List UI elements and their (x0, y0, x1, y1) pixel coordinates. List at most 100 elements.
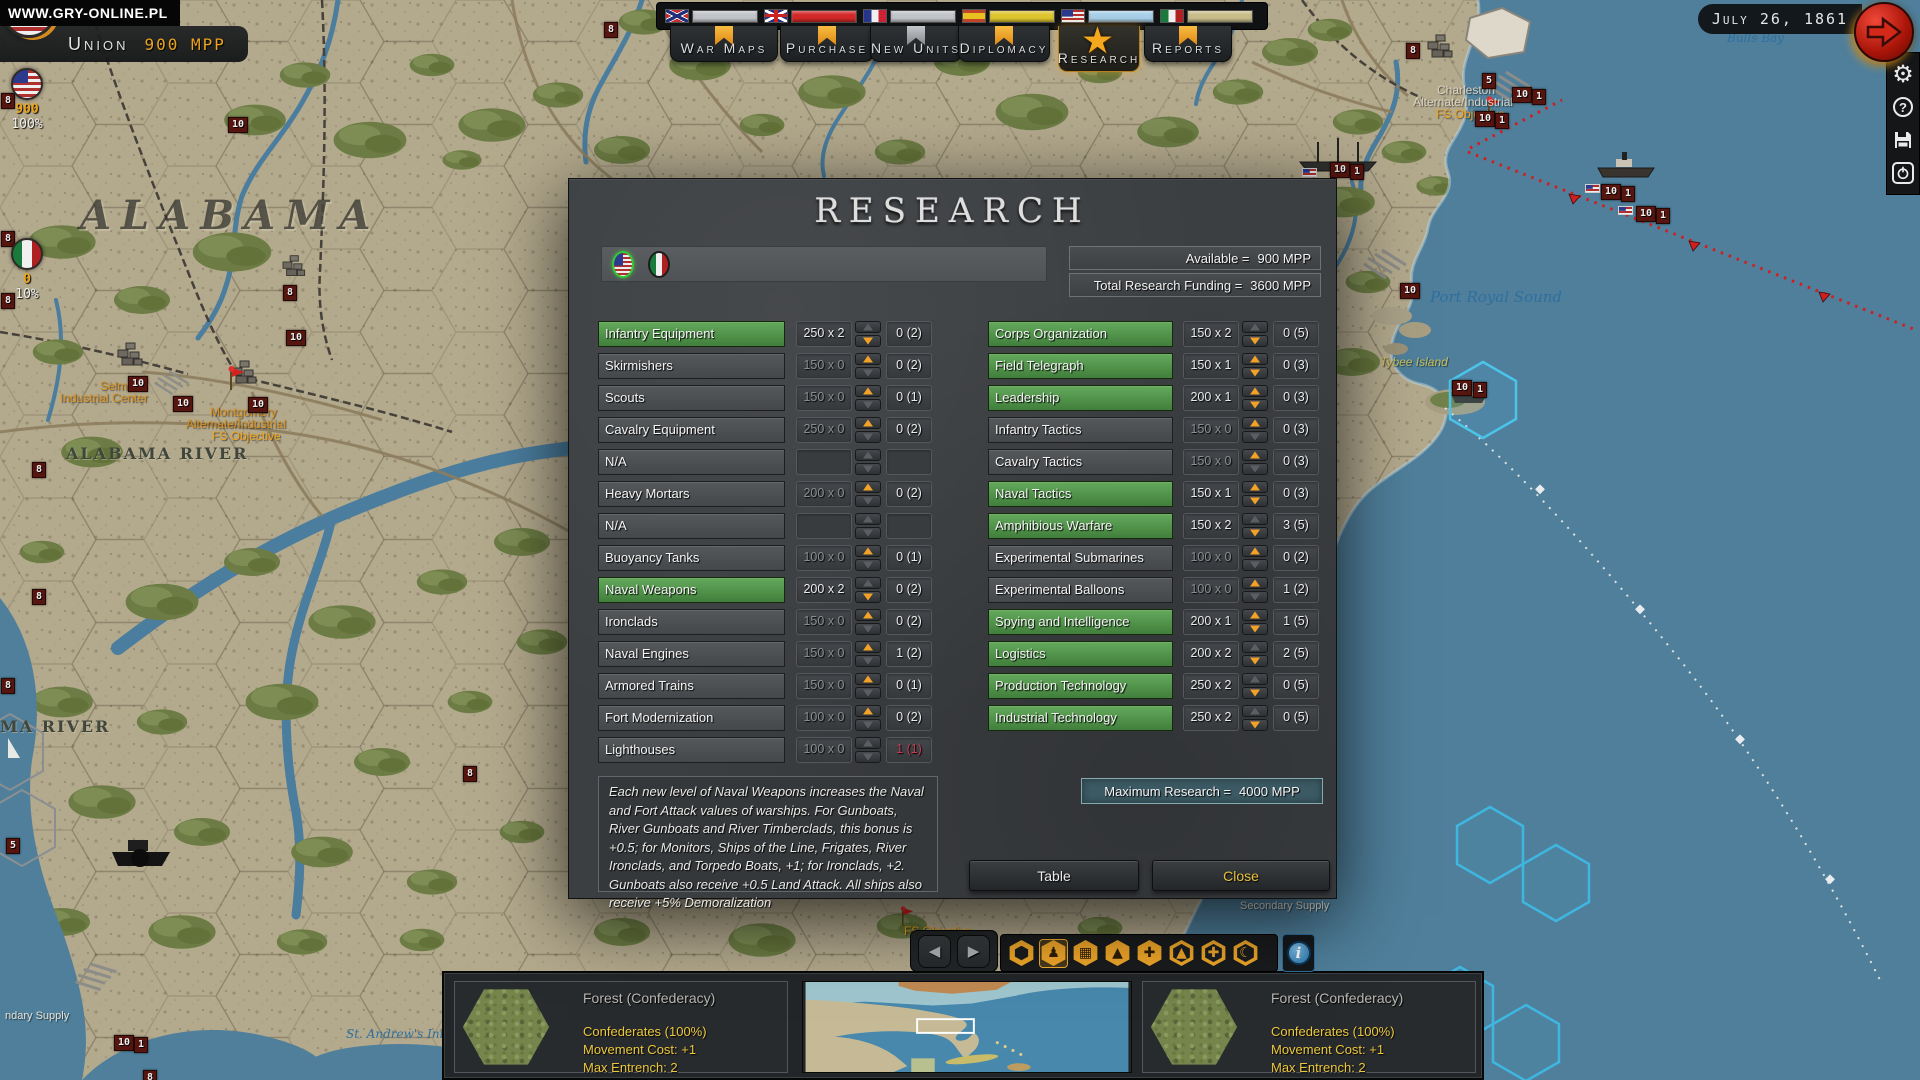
increase-investment-button[interactable] (855, 385, 881, 397)
menu-war-maps[interactable]: War Maps (670, 26, 778, 62)
research-item-label[interactable]: Scouts (598, 385, 785, 411)
increase-investment-button[interactable] (1242, 513, 1268, 525)
upgrade-unit-icon[interactable]: ▲ (1104, 940, 1131, 967)
menu-reports[interactable]: Reports (1144, 26, 1232, 62)
research-item-label[interactable]: Infantry Equipment (598, 321, 785, 347)
research-item-label[interactable]: Logistics (988, 641, 1173, 667)
diplomacy-slot-csa[interactable] (665, 9, 758, 23)
settings-gear-icon[interactable]: ⚙ (1891, 62, 1915, 86)
increase-investment-button[interactable] (1242, 417, 1268, 429)
research-item-label[interactable]: Heavy Mortars (598, 481, 785, 507)
research-item-label[interactable]: Cavalry Tactics (988, 449, 1173, 475)
decrease-investment-button[interactable] (855, 559, 881, 571)
increase-investment-button[interactable] (855, 673, 881, 685)
decrease-investment-button[interactable] (855, 495, 881, 507)
increase-investment-button[interactable] (855, 545, 881, 557)
diplomacy-slot-uk[interactable] (764, 9, 857, 23)
reinforce-icon[interactable]: ✚ (1136, 940, 1163, 967)
increase-investment-button[interactable] (1242, 609, 1268, 621)
minimap[interactable] (802, 981, 1132, 1073)
decrease-investment-button[interactable] (855, 463, 881, 475)
decrease-investment-button[interactable] (855, 527, 881, 539)
research-item-label[interactable]: Armored Trains (598, 673, 785, 699)
decrease-investment-button[interactable] (1242, 495, 1268, 507)
unit-icon[interactable]: ♟ (1040, 940, 1067, 967)
diplomacy-slot-mexico[interactable] (1160, 9, 1253, 23)
decrease-investment-button[interactable] (1242, 527, 1268, 539)
end-turn-button[interactable] (1854, 2, 1914, 62)
research-item-label[interactable]: N/A (598, 513, 785, 539)
decrease-investment-button[interactable] (1242, 559, 1268, 571)
decrease-investment-button[interactable] (1242, 655, 1268, 667)
increase-investment-button[interactable] (855, 577, 881, 589)
menu-purchase[interactable]: Purchase (780, 26, 874, 62)
mexico-flag-tab[interactable] (648, 251, 670, 278)
decrease-investment-button[interactable] (1242, 399, 1268, 411)
power-icon[interactable] (1891, 161, 1915, 185)
decrease-investment-button[interactable] (1242, 335, 1268, 347)
decrease-investment-button[interactable] (855, 623, 881, 635)
research-item-label[interactable]: Naval Tactics (988, 481, 1173, 507)
increase-investment-button[interactable] (855, 737, 881, 749)
decrease-investment-button[interactable] (855, 399, 881, 411)
increase-investment-button[interactable] (1242, 641, 1268, 653)
decrease-investment-button[interactable] (1242, 687, 1268, 699)
increase-investment-button[interactable] (1242, 577, 1268, 589)
increase-investment-button[interactable] (1242, 385, 1268, 397)
research-item-label[interactable]: Buoyancy Tanks (598, 545, 785, 571)
menu-diplomacy[interactable]: Diplomacy (958, 26, 1050, 62)
close-button[interactable]: Close (1152, 860, 1330, 891)
elite-upgrade-icon[interactable]: ▲ (1168, 940, 1195, 967)
research-item-label[interactable]: Ironclads (598, 609, 785, 635)
sleep-icon[interactable]: ☾ (1232, 940, 1259, 967)
research-item-label[interactable]: Fort Modernization (598, 705, 785, 731)
increase-investment-button[interactable] (855, 353, 881, 365)
decrease-investment-button[interactable] (855, 591, 881, 603)
decrease-investment-button[interactable] (1242, 719, 1268, 731)
increase-investment-button[interactable] (1242, 449, 1268, 461)
decrease-investment-button[interactable] (855, 719, 881, 731)
research-item-label[interactable]: Experimental Balloons (988, 577, 1173, 603)
research-item-label[interactable]: Corps Organization (988, 321, 1173, 347)
increase-investment-button[interactable] (855, 609, 881, 621)
research-item-label[interactable]: Industrial Technology (988, 705, 1173, 731)
research-item-label[interactable]: Lighthouses (598, 737, 785, 763)
increase-investment-button[interactable] (1242, 545, 1268, 557)
increase-investment-button[interactable] (1242, 705, 1268, 717)
combat-table-icon[interactable]: ▦ (1072, 940, 1099, 967)
research-item-label[interactable]: Amphibious Warfare (988, 513, 1173, 539)
diplomacy-slot-spain[interactable] (962, 9, 1055, 23)
increase-investment-button[interactable] (855, 449, 881, 461)
menu-new-units[interactable]: New Units (870, 26, 962, 62)
research-item-label[interactable]: N/A (598, 449, 785, 475)
research-item-label[interactable]: Cavalry Equipment (598, 417, 785, 443)
elite-reinforce-icon[interactable]: ✚ (1200, 940, 1227, 967)
increase-investment-button[interactable] (855, 513, 881, 525)
usa-flag-tab[interactable] (612, 251, 634, 278)
decrease-investment-button[interactable] (1242, 623, 1268, 635)
increase-investment-button[interactable] (855, 321, 881, 333)
research-item-label[interactable]: Infantry Tactics (988, 417, 1173, 443)
decrease-investment-button[interactable] (855, 655, 881, 667)
previous-unit-button[interactable]: ◀ (918, 935, 951, 968)
increase-investment-button[interactable] (855, 481, 881, 493)
increase-investment-button[interactable] (855, 705, 881, 717)
decrease-investment-button[interactable] (1242, 431, 1268, 443)
increase-investment-button[interactable] (855, 641, 881, 653)
decrease-investment-button[interactable] (855, 687, 881, 699)
decrease-investment-button[interactable] (1242, 367, 1268, 379)
research-item-label[interactable]: Naval Weapons (598, 577, 785, 603)
decrease-investment-button[interactable] (855, 751, 881, 763)
menu-research[interactable]: ★ Research (1058, 26, 1140, 72)
increase-investment-button[interactable] (1242, 353, 1268, 365)
increase-investment-button[interactable] (1242, 673, 1268, 685)
research-item-label[interactable]: Production Technology (988, 673, 1173, 699)
research-item-label[interactable]: Leadership (988, 385, 1173, 411)
increase-investment-button[interactable] (1242, 321, 1268, 333)
decrease-investment-button[interactable] (855, 367, 881, 379)
research-item-label[interactable]: Skirmishers (598, 353, 785, 379)
decrease-investment-button[interactable] (855, 431, 881, 443)
save-icon[interactable] (1891, 128, 1915, 152)
increase-investment-button[interactable] (855, 417, 881, 429)
research-item-label[interactable]: Naval Engines (598, 641, 785, 667)
